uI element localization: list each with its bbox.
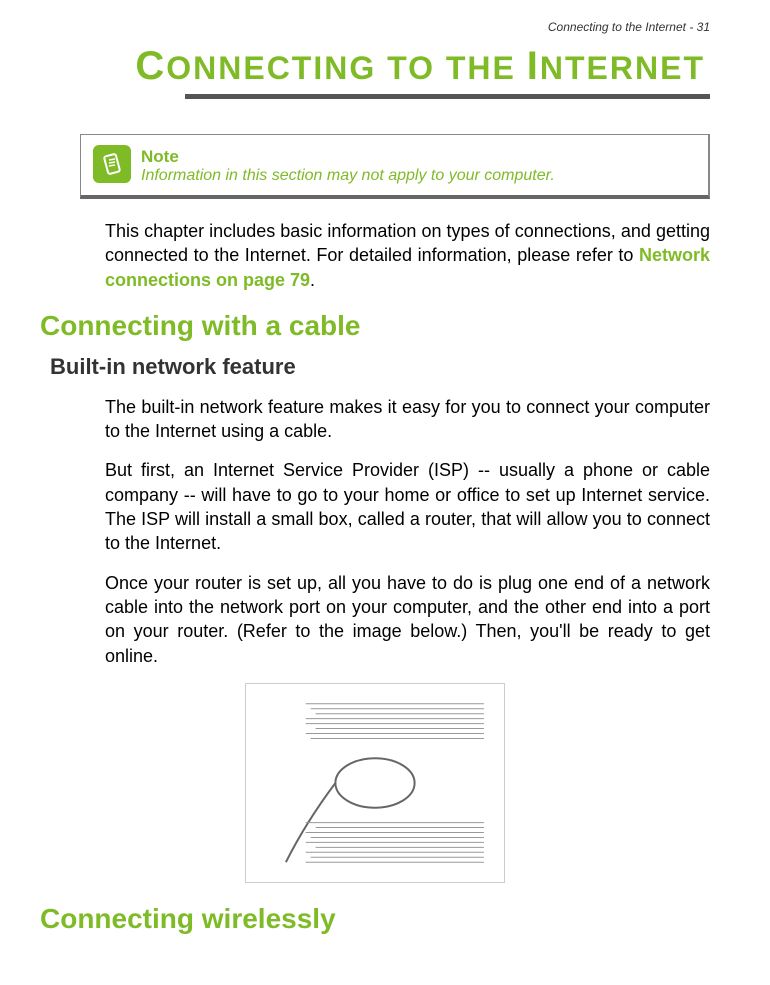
title-part-2: NTERNET bbox=[540, 50, 705, 86]
title-cap-1: C bbox=[135, 44, 166, 88]
note-text: Information in this section may not appl… bbox=[141, 167, 555, 184]
title-part-1: ONNECTING TO THE bbox=[166, 50, 516, 86]
section-heading-cable: Connecting with a cable bbox=[40, 310, 710, 342]
page-running-head: Connecting to the Internet - 31 bbox=[40, 20, 710, 34]
builtin-paragraph-1: The built-in network feature makes it ea… bbox=[105, 395, 710, 444]
note-label: Note bbox=[141, 147, 555, 167]
page-title: CONNECTING TO THE INTERNET bbox=[40, 44, 710, 89]
note-icon bbox=[93, 145, 131, 183]
title-underline bbox=[185, 94, 710, 99]
router-connection-image bbox=[245, 683, 505, 883]
builtin-paragraph-2: But first, an Internet Service Provider … bbox=[105, 458, 710, 555]
title-cap-2: I bbox=[527, 44, 540, 88]
builtin-paragraph-3: Once your router is set up, all you have… bbox=[105, 571, 710, 668]
intro-paragraph: This chapter includes basic information … bbox=[105, 219, 710, 292]
intro-text-after: . bbox=[310, 270, 315, 290]
subsection-heading-builtin: Built-in network feature bbox=[50, 354, 710, 380]
section-heading-wireless: Connecting wirelessly bbox=[40, 903, 710, 935]
note-box: Note Information in this section may not… bbox=[80, 134, 710, 199]
intro-text-before: This chapter includes basic information … bbox=[105, 221, 710, 265]
